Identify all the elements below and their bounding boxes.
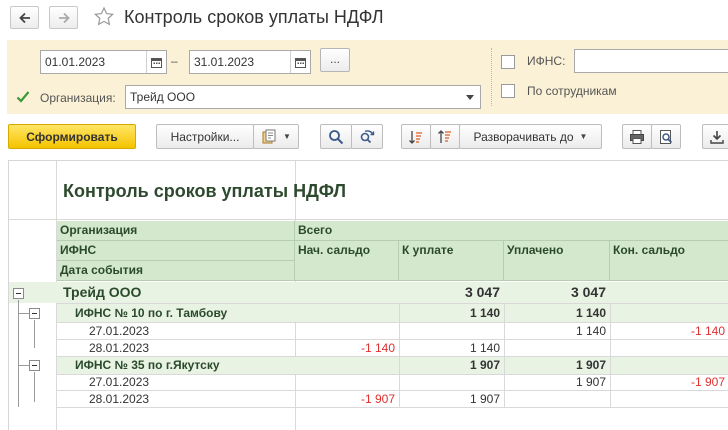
ifns-field[interactable]	[574, 49, 728, 73]
preview-button[interactable]	[651, 124, 681, 149]
org-value: Трейд ООО	[130, 90, 196, 104]
ifns-checkbox[interactable]	[501, 55, 515, 69]
grid-line	[57, 322, 728, 323]
grid-line	[57, 339, 728, 340]
title-bar: Контроль сроков уплаты НДФЛ	[0, 0, 728, 38]
collapse-icon[interactable]	[29, 308, 40, 319]
by-employees-label: По сотрудникам	[527, 84, 617, 98]
period-select-button[interactable]: ...	[320, 48, 350, 72]
header-event-date: Дата события	[57, 261, 295, 281]
filter-panel: 01.01.2023 – 31.01.2023 ... Организация:…	[7, 40, 728, 114]
grid-line	[399, 303, 400, 407]
report-title: Контроль сроков уплаты НДФЛ	[63, 181, 346, 201]
row-label: ИФНС № 10 по г. Тамбову	[75, 306, 228, 320]
grid-line	[9, 219, 728, 220]
header-to-pay: К уплате	[399, 241, 504, 281]
forward-button[interactable]	[49, 6, 78, 29]
grid-line	[504, 303, 505, 407]
page-title: Контроль сроков уплаты НДФЛ	[124, 7, 384, 27]
printer-icon	[630, 129, 644, 144]
expand-to-button[interactable]: Разворачивать до ▼	[459, 124, 602, 149]
sort-icon	[409, 130, 422, 144]
cell-paid: 1 140	[575, 306, 606, 320]
grid-line	[57, 407, 728, 408]
header-paid: Уплачено	[504, 241, 610, 281]
grid-line	[610, 303, 611, 407]
sort-button[interactable]	[401, 124, 431, 149]
cell-start	[295, 304, 399, 324]
collapse-icon[interactable]	[13, 288, 24, 299]
report-variant-button[interactable]: ▼	[253, 124, 299, 149]
grid-line	[57, 356, 728, 357]
header-start-balance: Нач. сальдо	[295, 241, 399, 281]
arrow-left-icon	[18, 12, 30, 23]
grid-line	[57, 303, 728, 304]
header-total: Всего	[295, 221, 728, 241]
calendar-icon[interactable]	[146, 51, 166, 73]
grid-line	[57, 390, 728, 391]
tree-line	[34, 372, 35, 402]
group-button[interactable]	[430, 124, 460, 149]
variants-icon	[262, 129, 276, 143]
header-end-balance: Кон. сальдо	[610, 241, 728, 281]
chevron-down-icon[interactable]	[460, 86, 480, 108]
org-label: Организация:	[40, 91, 116, 105]
tree-line	[18, 300, 19, 407]
print-preview-icon	[660, 129, 673, 144]
collapse-icon[interactable]	[29, 360, 40, 371]
panel-divider	[491, 48, 492, 106]
header-ifns: ИФНС	[57, 241, 295, 261]
date-to-field[interactable]: 31.01.2023	[189, 50, 311, 74]
date-to-value: 31.01.2023	[194, 55, 255, 69]
grid-line	[57, 374, 728, 375]
cell-paid: 3 047	[570, 284, 606, 300]
date-from-value: 01.01.2023	[45, 55, 106, 69]
cell-end	[610, 304, 728, 324]
header-org: Организация	[57, 221, 295, 241]
cell-to-pay: 1 140	[469, 306, 500, 320]
back-button[interactable]	[10, 6, 39, 29]
find-next-button[interactable]	[351, 124, 383, 149]
arrow-right-icon	[58, 12, 70, 23]
generate-button[interactable]: Сформировать	[8, 124, 136, 149]
search-next-icon	[360, 129, 375, 143]
checkmark-icon	[16, 91, 30, 103]
favorite-star-icon[interactable]	[93, 6, 115, 28]
cell-start	[295, 283, 399, 303]
chevron-down-icon: ▼	[579, 132, 588, 141]
toolbar: Сформировать Настройки... ▼ Разворачиват…	[0, 118, 728, 154]
date-separator: –	[171, 54, 178, 68]
row-label: Трейд ООО	[63, 284, 142, 300]
expand-to-label: Разворачивать до	[473, 129, 574, 144]
save-button[interactable]	[702, 124, 728, 149]
date-from-field[interactable]: 01.01.2023	[40, 50, 167, 74]
settings-button[interactable]: Настройки...	[156, 124, 254, 149]
calendar-icon[interactable]	[290, 51, 310, 73]
search-button[interactable]	[320, 124, 352, 149]
download-icon	[710, 130, 724, 144]
cell-to-pay: 3 047	[464, 284, 500, 300]
by-employees-checkbox[interactable]	[501, 84, 515, 98]
org-checkbox[interactable]	[16, 90, 30, 104]
print-button[interactable]	[622, 124, 652, 149]
org-select[interactable]: Трейд ООО	[125, 85, 481, 109]
tree-line	[34, 320, 35, 348]
cell-end	[610, 283, 728, 303]
group-icon	[438, 129, 451, 143]
ifns-label: ИФНС:	[527, 54, 566, 68]
report-sheet[interactable]: Контроль сроков уплаты НДФЛ Организация …	[8, 160, 728, 430]
search-icon	[329, 129, 344, 144]
